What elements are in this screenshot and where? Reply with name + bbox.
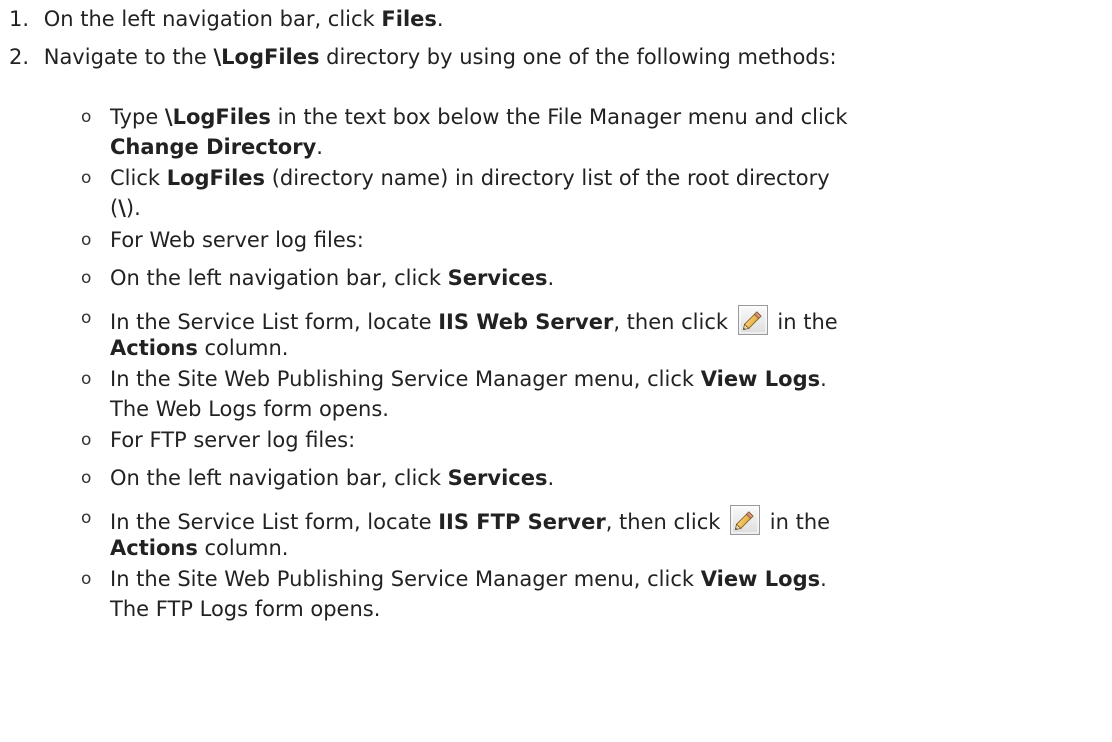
step-text-segment: On the left navigation bar, click [43, 7, 382, 31]
bullet-text-segment: In the Site Web Publishing Service Manag… [110, 367, 701, 391]
bullet-text-segment: On the left navigation bar, click [110, 266, 448, 290]
bullet-text-segment: Click [110, 166, 167, 190]
bullet-marker: o [81, 569, 92, 589]
ui-term: IIS FTP Server [438, 510, 606, 534]
bullet-text-segment: in the [770, 310, 838, 334]
bullet-text-segment: For FTP server log files: [110, 428, 356, 452]
ui-term: Services [447, 266, 548, 290]
bullet-marker: o [81, 308, 92, 328]
ui-term: IIS Web Server [438, 310, 614, 334]
bullet-text-segment: In the Site Web Publishing Service Manag… [110, 567, 701, 591]
bullet-text-segment: (directory name) in directory list of th… [265, 166, 830, 190]
bullet-line: In the Service List form, locate IIS FTP… [110, 505, 830, 535]
bullet-text-segment: . [547, 266, 555, 290]
bullet-text-segment: On the left navigation bar, click [110, 466, 448, 490]
bullet-text-segment: column. [197, 336, 289, 360]
bullet-line: In the Service List form, locate IIS Web… [110, 305, 838, 335]
bullet-line: For Web server log files: [110, 227, 364, 253]
ui-term-logfiles-path: \LogFiles [213, 45, 320, 69]
bullet-marker: o [81, 107, 92, 127]
bullet-marker: o [81, 268, 92, 288]
ui-term: Change Directory [110, 135, 317, 159]
bullet-marker: o [81, 430, 92, 450]
ui-term: Actions [110, 536, 198, 560]
bullet-text-segment: The FTP Logs form opens. [110, 597, 381, 621]
ui-term: View Logs [700, 567, 821, 591]
bullet-line: On the left navigation bar, click Servic… [110, 465, 554, 491]
step-text: Navigate to the \LogFiles directory by u… [44, 45, 837, 69]
bullet-text-segment: . [547, 466, 555, 490]
bullet-line: In the Site Web Publishing Service Manag… [110, 566, 827, 592]
step-number: 2. [9, 45, 30, 69]
bullet-line: Actions column. [110, 535, 288, 561]
bullet-line: Type \LogFiles in the text box below the… [110, 104, 848, 130]
ui-term: \ [118, 196, 126, 220]
bullet-line: On the left navigation bar, click Servic… [110, 265, 554, 291]
bullet-line: The Web Logs form opens. [110, 396, 389, 422]
bullet-line: Change Directory. [110, 134, 323, 160]
ui-term: View Logs [700, 367, 821, 391]
bullet-text-segment: The Web Logs form opens. [110, 397, 389, 421]
bullet-line: For FTP server log files: [110, 427, 355, 453]
step-1: 1. On the left navigation bar, click Fil… [9, 6, 444, 32]
step-text-segment: directory by using one of the following … [319, 45, 837, 69]
bullet-text-segment: , then click [605, 510, 728, 534]
bullet-text-segment: in the text box below the File Manager m… [270, 105, 848, 129]
pencil-edit-icon [730, 505, 761, 535]
step-2: 2. Navigate to the \LogFiles directory b… [9, 44, 837, 70]
ui-term: Services [447, 466, 548, 490]
bullet-marker: o [81, 230, 92, 250]
step-number: 1. [9, 7, 30, 31]
bullet-text-segment: In the Service List form, locate [110, 310, 439, 334]
bullet-marker: o [81, 369, 92, 389]
bullet-marker: o [81, 508, 92, 528]
bullet-text-segment: in the [763, 510, 831, 534]
bullet-text-segment: For Web server log files: [110, 228, 364, 252]
bullet-marker: o [81, 168, 92, 188]
bullet-line: The FTP Logs form opens. [110, 596, 380, 622]
ui-term: \LogFiles [164, 105, 271, 129]
bullet-line: (\). [110, 195, 141, 221]
bullet-text-segment: . [820, 567, 827, 591]
bullet-text-segment: . [316, 135, 323, 159]
ui-term: Actions [110, 336, 198, 360]
instructions-document: 1. On the left navigation bar, click Fil… [0, 0, 1112, 742]
bullet-text-segment: Type [110, 105, 165, 129]
bullet-line: Actions column. [110, 335, 288, 361]
bullet-marker: o [81, 468, 92, 488]
ui-term-files: Files [381, 7, 437, 31]
pencil-edit-icon [737, 305, 768, 335]
ui-term: LogFiles [166, 166, 266, 190]
step-text: On the left navigation bar, click Files. [44, 7, 444, 31]
bullet-text-segment: . [820, 367, 827, 391]
bullet-text-segment: ( [110, 196, 119, 220]
bullet-text-segment: , then click [613, 310, 735, 334]
step-text-segment: . [436, 7, 444, 31]
step-text-segment: Navigate to the [43, 45, 214, 69]
bullet-line: Click LogFiles (directory name) in direc… [110, 165, 830, 191]
bullet-text-segment: In the Service List form, locate [110, 510, 439, 534]
bullet-text-segment: ). [125, 196, 141, 220]
bullet-text-segment: column. [197, 536, 289, 560]
bullet-line: In the Site Web Publishing Service Manag… [110, 366, 827, 392]
